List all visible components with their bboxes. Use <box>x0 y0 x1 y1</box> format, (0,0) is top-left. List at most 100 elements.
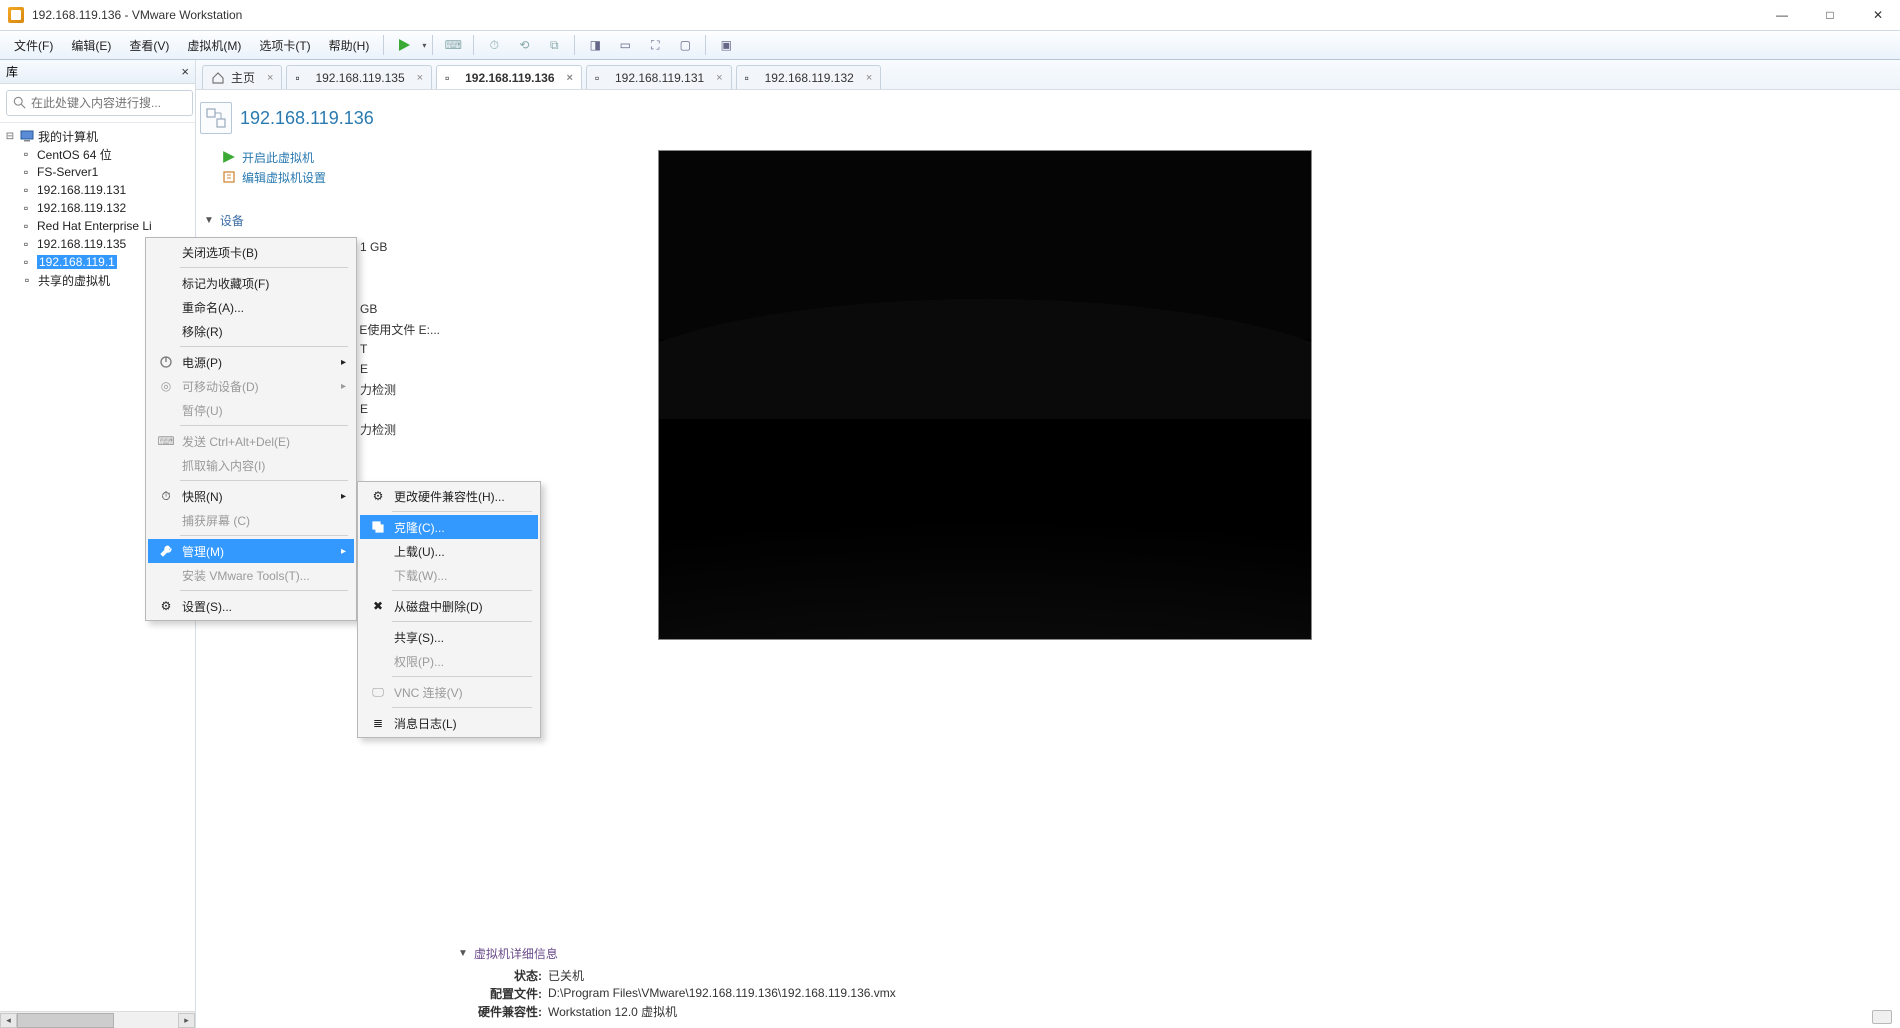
vm-large-icon <box>200 102 232 134</box>
ctx-power[interactable]: 电源(P)▸ <box>148 350 354 374</box>
power-on-link[interactable]: 开启此虚拟机 <box>222 148 440 166</box>
tab-close-icon[interactable]: × <box>716 72 722 84</box>
context-menu-vm: 关闭选项卡(B) 标记为收藏项(F) 重命名(A)... 移除(R) 电源(P)… <box>145 237 357 621</box>
sidebar-title: 库 <box>6 63 18 80</box>
separator <box>392 621 532 622</box>
ctx-vnc: 🖵VNC 连接(V) <box>360 680 538 704</box>
log-icon: ≣ <box>368 714 388 732</box>
separator <box>392 590 532 591</box>
tree-item-vm[interactable]: ▫FS-Server1 <box>0 163 195 181</box>
power-dropdown[interactable]: ▾ <box>422 41 426 50</box>
tree-label: 共享的虚拟机 <box>38 272 110 289</box>
minimize-button[interactable]: — <box>1772 5 1792 25</box>
toolbar-view-unity[interactable]: ▢ <box>671 33 699 57</box>
toolbar-snapshot-revert[interactable]: ⟲ <box>510 33 538 57</box>
toolbar-view-stretch[interactable]: ⛶ <box>641 33 669 57</box>
keyboard-icon: ⌨ <box>156 432 176 450</box>
delete-icon: ✖ <box>368 597 388 615</box>
menu-tabs[interactable]: 选项卡(T) <box>251 33 318 58</box>
tab-home[interactable]: 主页 × <box>202 65 282 89</box>
menu-file[interactable]: 文件(F) <box>6 33 61 58</box>
ctx-close-tab[interactable]: 关闭选项卡(B) <box>148 240 354 264</box>
ctx-grab-input: 抓取输入内容(I) <box>148 453 354 477</box>
separator <box>473 35 474 55</box>
separator <box>180 535 348 536</box>
vm-icon: ▫ <box>445 71 459 85</box>
close-button[interactable]: ✕ <box>1868 5 1888 25</box>
home-icon <box>211 71 225 85</box>
ctx-settings[interactable]: ⚙设置(S)... <box>148 594 354 618</box>
toolbar-view-console[interactable]: ▭ <box>611 33 639 57</box>
menu-view[interactable]: 查看(V) <box>121 33 177 58</box>
tab-close-icon[interactable]: × <box>866 72 872 84</box>
separator <box>392 676 532 677</box>
ctx-mark-favorite[interactable]: 标记为收藏项(F) <box>148 271 354 295</box>
ctx-rename[interactable]: 重命名(A)... <box>148 295 354 319</box>
tab-vm[interactable]: ▫ 192.168.119.135 × <box>286 65 432 89</box>
power-on-button[interactable] <box>390 33 418 57</box>
tree-item-vm[interactable]: ▫192.168.119.132 <box>0 199 195 217</box>
vm-icon: ▫ <box>18 200 34 216</box>
vm-icon: ▫ <box>18 182 34 198</box>
separator <box>432 35 433 55</box>
toolbar-send-cad[interactable]: ⌨ <box>439 33 467 57</box>
tree-item-vm[interactable]: ▫CentOS 64 位 <box>0 145 195 163</box>
devices-section-header[interactable]: ▼ 设备 <box>204 212 440 231</box>
tab-close-icon[interactable]: × <box>567 72 573 84</box>
ctx-change-hw-compat[interactable]: ⚙更改硬件兼容性(H)... <box>360 484 538 508</box>
toolbar-snapshot-take[interactable]: ⏱ <box>480 33 508 57</box>
ctx-clone[interactable]: 克隆(C)... <box>360 515 538 539</box>
vm-icon: ▫ <box>745 71 759 85</box>
separator <box>383 35 384 55</box>
ctx-permissions: 权限(P)... <box>360 649 538 673</box>
separator <box>180 480 348 481</box>
edit-settings-link[interactable]: 编辑虚拟机设置 <box>222 168 440 186</box>
gear-icon: ⚙ <box>368 487 388 505</box>
vm-preview-area: ▼ 虚拟机详细信息 状态:已关机 配置文件:D:\Program Files\V… <box>448 90 1900 1028</box>
scroll-left-icon[interactable]: ◂ <box>0 1013 17 1028</box>
menu-vm[interactable]: 虚拟机(M) <box>179 33 249 58</box>
tab-vm-active[interactable]: ▫ 192.168.119.136 × <box>436 65 582 89</box>
toolbar-snapshot-manage[interactable]: ⧉ <box>540 33 568 57</box>
scroll-right-icon[interactable]: ▸ <box>178 1013 195 1028</box>
scroll-thumb[interactable] <box>17 1013 114 1028</box>
maximize-button[interactable]: □ <box>1820 5 1840 25</box>
window-title: 192.168.119.136 - VMware Workstation <box>32 8 242 22</box>
search-icon <box>13 96 27 110</box>
toolbar-view-split[interactable]: ◨ <box>581 33 609 57</box>
menu-edit[interactable]: 编辑(E) <box>63 33 119 58</box>
collapse-icon[interactable]: ⊟ <box>4 131 16 142</box>
ctx-remove[interactable]: 移除(R) <box>148 319 354 343</box>
tab-vm[interactable]: ▫ 192.168.119.131 × <box>586 65 732 89</box>
detail-state-label: 状态: <box>458 967 542 984</box>
ctx-delete-from-disk[interactable]: ✖从磁盘中删除(D) <box>360 594 538 618</box>
detail-hw-value: Workstation 12.0 虚拟机 <box>548 1003 677 1020</box>
sidebar-hscroll[interactable]: ◂ ▸ <box>0 1011 195 1028</box>
ctx-manage[interactable]: 管理(M)▸ <box>148 539 354 563</box>
tree-root-mycomputer[interactable]: ⊟ 我的计算机 <box>0 127 195 145</box>
collapse-icon[interactable] <box>4 275 16 286</box>
collapse-arrow-icon: ▼ <box>204 215 214 226</box>
toolbar-fullscreen[interactable]: ▣ <box>712 33 740 57</box>
context-submenu-manage: ⚙更改硬件兼容性(H)... 克隆(C)... 上载(U)... 下载(W)..… <box>357 481 541 738</box>
vm-title: 192.168.119.136 <box>240 108 374 129</box>
ctx-snapshot[interactable]: ⏱快照(N)▸ <box>148 484 354 508</box>
tree-item-vm[interactable]: ▫Red Hat Enterprise Li <box>0 217 195 235</box>
tree-item-vm[interactable]: ▫192.168.119.131 <box>0 181 195 199</box>
ctx-upload[interactable]: 上载(U)... <box>360 539 538 563</box>
status-bar-grip <box>1872 1010 1892 1024</box>
sidebar-close-icon[interactable]: × <box>181 64 189 79</box>
tab-vm[interactable]: ▫ 192.168.119.132 × <box>736 65 882 89</box>
search-box[interactable] <box>6 90 193 116</box>
ctx-message-log[interactable]: ≣消息日志(L) <box>360 711 538 735</box>
search-input[interactable] <box>31 96 186 110</box>
ctx-share[interactable]: 共享(S)... <box>360 625 538 649</box>
menu-help[interactable]: 帮助(H) <box>321 33 378 58</box>
scroll-track[interactable] <box>17 1013 178 1028</box>
details-header[interactable]: ▼ 虚拟机详细信息 <box>458 945 1892 962</box>
tab-close-icon[interactable]: × <box>417 72 423 84</box>
app-icon <box>8 7 24 23</box>
tab-close-icon[interactable]: × <box>267 72 273 84</box>
power-icon <box>156 353 176 371</box>
settings-icon: ⚙ <box>156 597 176 615</box>
